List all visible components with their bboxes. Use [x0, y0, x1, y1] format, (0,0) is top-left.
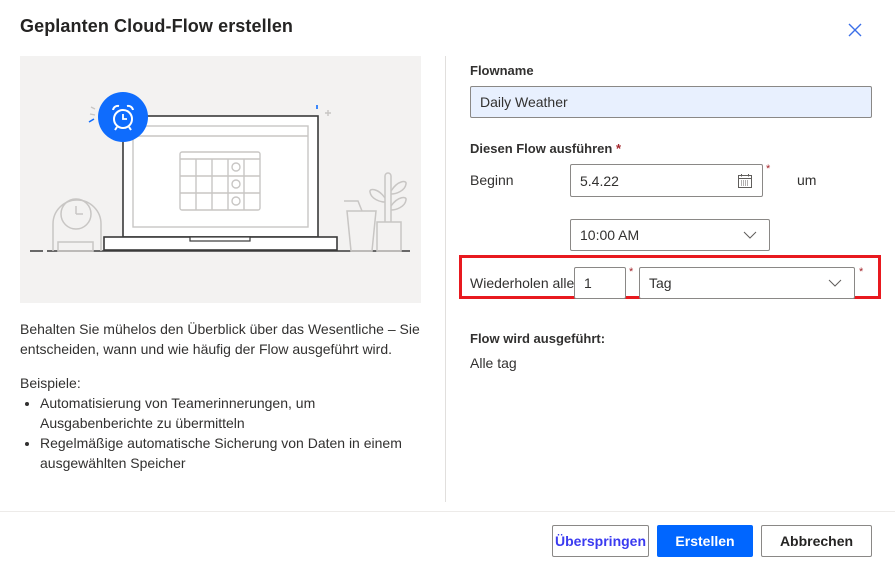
- description: Behalten Sie mühelos den Überblick über …: [20, 319, 430, 473]
- cancel-button[interactable]: Abbrechen: [761, 525, 872, 557]
- repeat-interval-value: 1: [584, 275, 592, 291]
- illustration: [20, 56, 421, 303]
- dialog-title: Geplanten Cloud-Flow erstellen: [20, 16, 294, 36]
- skip-button[interactable]: Überspringen: [552, 525, 649, 557]
- run-label-text: Diesen Flow ausführen: [470, 141, 613, 156]
- required-mark: *: [629, 266, 634, 278]
- start-time-dropdown[interactable]: 10:00 AM: [570, 219, 770, 251]
- repeat-interval-input[interactable]: 1: [574, 267, 626, 299]
- example-item: Regelmäßige automatische Sicherung von D…: [40, 433, 430, 473]
- summary-label: Flow wird ausgeführt:: [470, 331, 606, 346]
- footer-divider: [0, 511, 895, 512]
- create-button[interactable]: Erstellen: [657, 525, 753, 557]
- desk-clock-icon: [52, 198, 102, 252]
- plant-icon: [344, 172, 407, 252]
- start-date-value: 5.4.22: [580, 172, 619, 189]
- required-mark: *: [615, 141, 621, 156]
- start-label: Beginn: [470, 172, 514, 188]
- run-label: Diesen Flow ausführen *: [470, 141, 621, 156]
- flowname-label: Flowname: [470, 63, 534, 78]
- chevron-down-icon: [828, 279, 842, 287]
- start-time-value: 10:00 AM: [580, 227, 640, 243]
- examples-list: Automatisierung von Teamerinnerungen, um…: [20, 393, 430, 473]
- chevron-down-icon: [743, 231, 757, 239]
- close-icon: [848, 23, 862, 37]
- column-divider: [445, 56, 446, 502]
- description-intro: Behalten Sie mühelos den Überblick über …: [20, 321, 420, 357]
- required-mark: *: [766, 163, 771, 175]
- start-date-input[interactable]: 5.4.22: [570, 164, 763, 197]
- repeat-unit-dropdown[interactable]: Tag: [639, 267, 855, 299]
- examples-label: Beispiele:: [20, 375, 81, 391]
- required-mark: *: [859, 266, 864, 278]
- repeat-label: Wiederholen alle: [470, 275, 575, 291]
- flowname-value: Daily Weather: [480, 94, 568, 110]
- at-label: um: [797, 172, 817, 188]
- close-button[interactable]: [846, 21, 864, 39]
- flowname-input[interactable]: Daily Weather: [470, 86, 872, 118]
- example-item: Automatisierung von Teamerinnerungen, um…: [40, 393, 430, 433]
- calendar-icon[interactable]: [737, 173, 753, 189]
- summary-value: Alle tag: [470, 355, 517, 371]
- repeat-unit-value: Tag: [649, 275, 672, 291]
